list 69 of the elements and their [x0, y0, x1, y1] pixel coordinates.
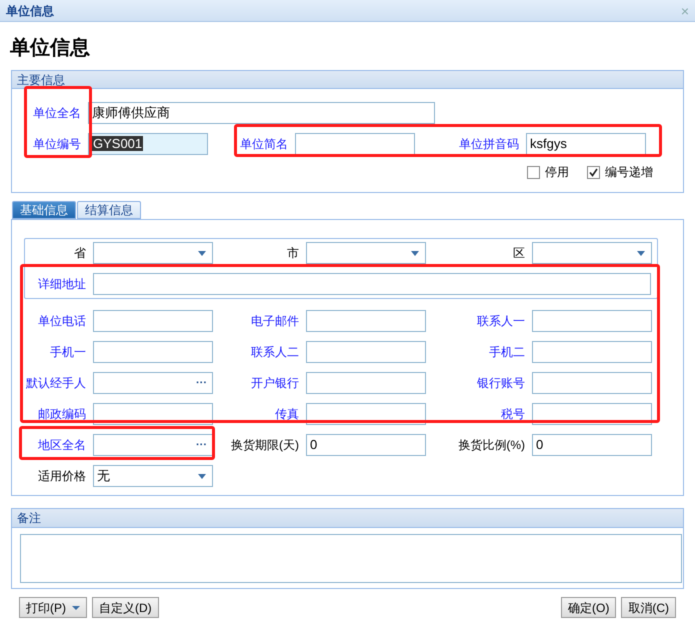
notes-field[interactable] [20, 534, 682, 583]
input-field[interactable] [93, 341, 213, 363]
highlight-frame [24, 86, 92, 158]
tab[interactable]: 基础信息 [12, 201, 76, 219]
input-field[interactable]: ksfgys [526, 133, 646, 155]
input-field[interactable] [93, 273, 651, 295]
input-field[interactable]: 0 [532, 434, 652, 456]
dropdown-field[interactable] [306, 242, 426, 264]
field-label: 银行账号 [476, 375, 526, 392]
button[interactable]: 确定(O) [561, 597, 616, 618]
field-label: 默认经手人 [25, 375, 87, 392]
field-label: 省 [73, 245, 87, 262]
input-field[interactable] [306, 372, 426, 394]
caret-icon [72, 606, 80, 610]
field-label: 市 [286, 245, 300, 262]
input-field[interactable]: ··· [93, 434, 213, 456]
field-label: 邮政编码 [37, 406, 87, 423]
dropdown-arrow-icon [198, 474, 206, 478]
field-label: 区 [512, 245, 526, 262]
field-label: 联系人二 [250, 344, 300, 361]
window-title: 单位信息 [6, 2, 54, 20]
dropdown-field[interactable]: 无 [93, 465, 213, 487]
button[interactable]: 打印(P) [19, 597, 87, 618]
field-label: 单位编号 [32, 136, 82, 153]
dropdown-arrow-icon [637, 250, 645, 256]
section-title: 备注 [12, 509, 683, 528]
field-label: 单位电话 [37, 313, 87, 330]
field-label: 单位简名 [239, 136, 289, 153]
checkbox[interactable] [527, 166, 540, 178]
checkbox-label: 停用 [545, 164, 569, 181]
tab[interactable]: 结算信息 [77, 201, 141, 219]
dropdown-arrow-icon [198, 250, 206, 256]
field-label: 适用价格 [37, 468, 87, 485]
field-label: 换货比例(%) [457, 437, 526, 454]
field-label: 开户银行 [250, 375, 300, 392]
section-title: 主要信息 [12, 71, 683, 89]
input-field[interactable] [532, 310, 652, 332]
dropdown-field[interactable] [93, 242, 213, 264]
input-field[interactable]: 康师傅供应商 [88, 102, 435, 124]
field-label: 传真 [274, 406, 300, 423]
field-label: 手机一 [49, 344, 87, 361]
input-field[interactable] [532, 341, 652, 363]
input-field[interactable] [306, 310, 426, 332]
checkbox[interactable] [587, 166, 600, 178]
dropdown-field[interactable] [532, 242, 652, 264]
field-label: 税号 [500, 406, 526, 423]
field-label: 电子邮件 [250, 313, 300, 330]
checkbox-label: 编号递增 [605, 164, 653, 181]
input-field[interactable]: ··· [93, 372, 213, 394]
dropdown-arrow-icon [411, 250, 419, 256]
input-field[interactable]: 0 [306, 434, 426, 456]
field-label: 联系人一 [476, 313, 526, 330]
input-field[interactable] [532, 372, 652, 394]
field-label: 详细地址 [37, 276, 87, 293]
input-field[interactable] [306, 341, 426, 363]
field-label: 单位拼音码 [458, 136, 520, 153]
field-label: 手机二 [488, 344, 526, 361]
input-field[interactable]: GYS001 [88, 133, 208, 155]
ellipsis-button[interactable]: ··· [196, 436, 207, 454]
page-heading: 单位信息 [9, 36, 91, 61]
field-label: 单位全名 [32, 105, 82, 122]
button[interactable]: 取消(C) [621, 597, 676, 618]
field-label: 换货期限(天) [230, 437, 300, 454]
ellipsis-button[interactable]: ··· [196, 374, 207, 392]
input-field[interactable] [295, 133, 415, 155]
check-icon [588, 166, 599, 178]
button[interactable]: 自定义(D) [92, 597, 159, 618]
input-field[interactable] [93, 310, 213, 332]
field-label: 地区全名 [37, 437, 87, 454]
